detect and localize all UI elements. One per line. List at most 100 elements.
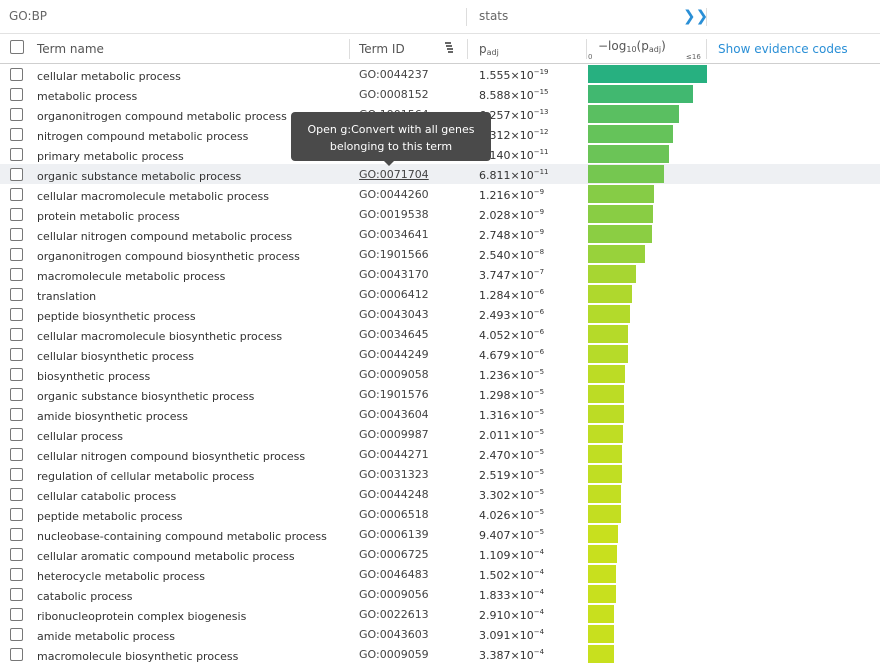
row-checkbox[interactable] (10, 568, 23, 581)
term-id-link[interactable]: GO:0044249 (359, 348, 429, 361)
term-id-link[interactable]: GO:0044271 (359, 448, 429, 461)
row-checkbox[interactable] (10, 628, 23, 641)
term-id-link[interactable]: GO:0031323 (359, 468, 429, 481)
table-row[interactable]: regulation of cellular metabolic process… (0, 464, 880, 484)
row-checkbox[interactable] (10, 228, 23, 241)
row-checkbox[interactable] (10, 488, 23, 501)
table-row[interactable]: amide metabolic process GO:0043603 3.091×1… (0, 624, 880, 644)
row-checkbox[interactable] (10, 68, 23, 81)
table-row[interactable]: organic substance biosynthetic process GO… (0, 384, 880, 404)
p-exponent: −9 (533, 208, 545, 216)
table-row[interactable]: metabolic process GO:0008152 8.588×10−15 (0, 84, 880, 104)
row-checkbox[interactable] (10, 248, 23, 261)
row-checkbox[interactable] (10, 148, 23, 161)
column-divider (706, 8, 707, 26)
row-checkbox[interactable] (10, 88, 23, 101)
table-row[interactable]: macromolecule metabolic process GO:004317… (0, 264, 880, 284)
table-row[interactable]: cellular metabolic process GO:0044237 1.55… (0, 64, 880, 84)
term-id-link[interactable]: GO:0046483 (359, 568, 429, 581)
term-id-link[interactable]: GO:0043604 (359, 408, 429, 421)
p-exponent: −5 (533, 368, 545, 376)
term-id-header[interactable]: Term ID (359, 42, 405, 56)
term-id-link[interactable]: GO:0006412 (359, 288, 429, 301)
show-evidence-codes-link[interactable]: Show evidence codes (718, 42, 848, 56)
table-row[interactable]: cellular biosynthetic process GO:0044249 4… (0, 344, 880, 364)
sort-icon[interactable] (444, 41, 454, 53)
row-checkbox[interactable] (10, 168, 23, 181)
term-id-link[interactable]: GO:0043603 (359, 628, 429, 641)
row-checkbox[interactable] (10, 588, 23, 601)
row-checkbox[interactable] (10, 548, 23, 561)
term-id-link[interactable]: GO:0044260 (359, 188, 429, 201)
row-checkbox[interactable] (10, 448, 23, 461)
expand-columns-icon[interactable]: ❯❯ (683, 7, 708, 25)
row-checkbox[interactable] (10, 188, 23, 201)
term-id-link[interactable]: GO:0006725 (359, 548, 429, 561)
row-checkbox[interactable] (10, 528, 23, 541)
row-checkbox[interactable] (10, 468, 23, 481)
term-id-link[interactable]: GO:0009059 (359, 648, 429, 661)
table-row[interactable]: macromolecule biosynthetic process GO:000… (0, 644, 880, 664)
row-checkbox[interactable] (10, 108, 23, 121)
table-row[interactable]: peptide metabolic process GO:0006518 4.026… (0, 504, 880, 524)
term-id-link[interactable]: GO:0044248 (359, 488, 429, 501)
row-checkbox[interactable] (10, 648, 23, 661)
table-row[interactable]: cellular process GO:0009987 2.011×10−5 (0, 424, 880, 444)
p-exponent: −5 (533, 508, 545, 516)
table-row[interactable]: cellular nitrogen compound biosynthetic … (0, 444, 880, 464)
table-row[interactable]: nucleobase-containing compound metabolic… (0, 524, 880, 544)
term-id-link[interactable]: GO:0009987 (359, 428, 429, 441)
term-id-link[interactable]: GO:0019538 (359, 208, 429, 221)
term-id-link[interactable]: GO:0022613 (359, 608, 429, 621)
table-row[interactable]: cellular catabolic process GO:0044248 3.30… (0, 484, 880, 504)
row-checkbox[interactable] (10, 348, 23, 361)
row-checkbox[interactable] (10, 208, 23, 221)
significance-bar (588, 385, 624, 403)
term-id-link[interactable]: GO:0034645 (359, 328, 429, 341)
table-row[interactable]: translation GO:0006412 1.284×10−6 (0, 284, 880, 304)
row-checkbox[interactable] (10, 428, 23, 441)
table-row[interactable]: organic substance metabolic process GO:00… (0, 164, 880, 184)
table-row[interactable]: organonitrogen compound biosynthetic pro… (0, 244, 880, 264)
term-id-link[interactable]: GO:0043043 (359, 308, 429, 321)
row-checkbox[interactable] (10, 508, 23, 521)
term-id-link[interactable]: GO:0009058 (359, 368, 429, 381)
row-checkbox[interactable] (10, 368, 23, 381)
p-times-ten: ×10 (510, 469, 534, 482)
row-checkbox[interactable] (10, 408, 23, 421)
row-checkbox[interactable] (10, 328, 23, 341)
table-row[interactable]: peptide biosynthetic process GO:0043043 2.… (0, 304, 880, 324)
table-row[interactable]: cellular macromolecule metabolic process… (0, 184, 880, 204)
term-id-link[interactable]: GO:1901576 (359, 388, 429, 401)
row-checkbox[interactable] (10, 388, 23, 401)
term-id-link[interactable]: GO:0043170 (359, 268, 429, 281)
table-row[interactable]: ribonucleoprotein complex biogenesis GO:0… (0, 604, 880, 624)
term-id-link[interactable]: GO:0008152 (359, 88, 429, 101)
table-row[interactable]: catabolic process GO:0009056 1.833×10−4 (0, 584, 880, 604)
term-id-link[interactable]: GO:0006518 (359, 508, 429, 521)
table-row[interactable]: heterocycle metabolic process GO:0046483 1… (0, 564, 880, 584)
neglog-header[interactable]: −log10(padj) (598, 39, 666, 54)
significance-bar (588, 125, 673, 143)
row-checkbox[interactable] (10, 128, 23, 141)
significance-bar (588, 645, 614, 663)
select-all-checkbox[interactable] (10, 40, 24, 54)
term-id-link[interactable]: GO:0034641 (359, 228, 429, 241)
table-row[interactable]: cellular aromatic compound metabolic pro… (0, 544, 880, 564)
term-id-link[interactable]: GO:1901566 (359, 248, 429, 261)
term-id-link[interactable]: GO:0071704 (359, 168, 429, 181)
row-checkbox[interactable] (10, 288, 23, 301)
term-id-link[interactable]: GO:0006139 (359, 528, 429, 541)
table-row[interactable]: cellular macromolecule biosynthetic proc… (0, 324, 880, 344)
table-row[interactable]: amide biosynthetic process GO:0043604 1.31… (0, 404, 880, 424)
table-row[interactable]: protein metabolic process GO:0019538 2.028… (0, 204, 880, 224)
row-checkbox[interactable] (10, 268, 23, 281)
term-name-header[interactable]: Term name (37, 42, 104, 56)
term-id-link[interactable]: GO:0044237 (359, 68, 429, 81)
row-checkbox[interactable] (10, 608, 23, 621)
table-row[interactable]: biosynthetic process GO:0009058 1.236×10−5 (0, 364, 880, 384)
row-checkbox[interactable] (10, 308, 23, 321)
p-adj-header[interactable]: padj (479, 42, 499, 57)
table-row[interactable]: cellular nitrogen compound metabolic pro… (0, 224, 880, 244)
term-id-link[interactable]: GO:0009056 (359, 588, 429, 601)
